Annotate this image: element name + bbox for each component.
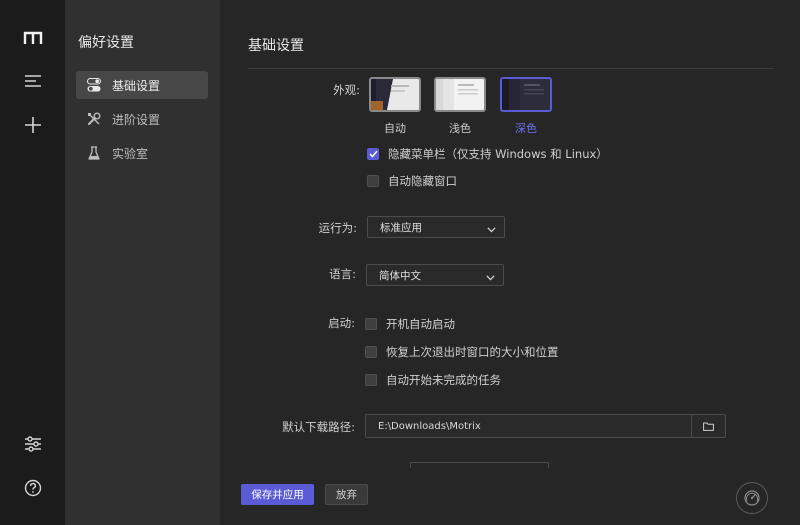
sidebar-item-lab[interactable]: 实验室 bbox=[76, 139, 208, 167]
language-value: 简体中文 bbox=[379, 269, 421, 282]
app-window: 偏好设置 基础设置 进阶设置 实验室 基础设置 外观: 自动 浅色 深色 隐藏菜… bbox=[0, 0, 800, 525]
download-path-value: E:\Downloads\Motrix bbox=[378, 420, 481, 432]
hide-menubar-option[interactable]: 隐藏菜单栏（仅支持 Windows 和 Linux） bbox=[367, 146, 608, 162]
sidebar-title: 偏好设置 bbox=[78, 35, 134, 51]
choose-folder-button[interactable] bbox=[691, 415, 725, 437]
sidebar-item-label: 实验室 bbox=[112, 146, 149, 161]
language-select[interactable]: 简体中文 bbox=[366, 264, 504, 286]
auto-hide-window-label: 自动隐藏窗口 bbox=[388, 174, 457, 188]
run-mode-select[interactable]: 标准应用 bbox=[367, 216, 505, 238]
task-list-icon[interactable] bbox=[16, 64, 50, 98]
chevron-down-icon bbox=[486, 266, 495, 285]
theme-light-card[interactable] bbox=[434, 77, 486, 112]
divider bbox=[248, 68, 774, 69]
theme-auto-label: 自动 bbox=[384, 122, 406, 135]
motrix-logo-icon[interactable] bbox=[16, 21, 50, 55]
chevron-down-icon bbox=[487, 218, 496, 237]
theme-dark-label: 深色 bbox=[515, 122, 537, 135]
tools-icon bbox=[86, 111, 102, 127]
resume-tasks-label: 自动开始未完成的任务 bbox=[386, 373, 501, 387]
page-title: 基础设置 bbox=[248, 38, 304, 54]
restore-window-label: 恢复上次退出时窗口的大小和位置 bbox=[386, 345, 559, 359]
startup-label: 启动: bbox=[328, 316, 355, 330]
run-mode-label: 运行为: bbox=[318, 221, 357, 235]
hide-menubar-label: 隐藏菜单栏（仅支持 Windows 和 Linux） bbox=[388, 147, 608, 161]
main-panel: 基础设置 外观: 自动 浅色 深色 隐藏菜单栏（仅支持 Windows 和 Li… bbox=[220, 0, 800, 525]
appearance-label: 外观: bbox=[333, 83, 360, 97]
window-titlebar bbox=[440, 0, 800, 36]
toggle-icon bbox=[86, 77, 102, 93]
footer-bar: 保存并应用 放弃 bbox=[220, 470, 800, 525]
theme-light-label: 浅色 bbox=[449, 122, 471, 135]
auto-launch-checkbox[interactable] bbox=[365, 318, 377, 330]
discard-button[interactable]: 放弃 bbox=[325, 484, 368, 505]
help-icon[interactable] bbox=[16, 471, 50, 505]
sidebar-item-label: 基础设置 bbox=[112, 78, 161, 93]
speedometer-icon[interactable] bbox=[736, 482, 768, 514]
theme-auto-card[interactable] bbox=[369, 77, 421, 112]
next-field-partial[interactable] bbox=[410, 462, 549, 468]
resume-tasks-checkbox[interactable] bbox=[365, 374, 377, 386]
sidebar-item-basic[interactable]: 基础设置 bbox=[76, 71, 208, 99]
folder-icon bbox=[703, 422, 714, 431]
auto-launch-label: 开机自动启动 bbox=[386, 317, 455, 331]
download-path-input[interactable]: E:\Downloads\Motrix bbox=[365, 414, 726, 438]
auto-launch-option[interactable]: 开机自动启动 bbox=[365, 316, 455, 332]
auto-hide-window-checkbox[interactable] bbox=[367, 175, 379, 187]
language-label: 语言: bbox=[329, 267, 356, 281]
preferences-icon[interactable] bbox=[16, 427, 50, 461]
sidebar-item-advanced[interactable]: 进阶设置 bbox=[76, 105, 208, 133]
resume-tasks-option[interactable]: 自动开始未完成的任务 bbox=[365, 372, 501, 388]
hide-menubar-checkbox[interactable] bbox=[367, 148, 379, 160]
restore-window-option[interactable]: 恢复上次退出时窗口的大小和位置 bbox=[365, 344, 559, 360]
restore-window-checkbox[interactable] bbox=[365, 346, 377, 358]
auto-hide-window-option[interactable]: 自动隐藏窗口 bbox=[367, 173, 457, 189]
theme-dark-card[interactable] bbox=[500, 77, 552, 112]
add-task-icon[interactable] bbox=[16, 108, 50, 142]
download-path-label: 默认下载路径: bbox=[282, 420, 355, 434]
sidebar-item-label: 进阶设置 bbox=[112, 112, 161, 127]
flask-icon bbox=[86, 145, 102, 161]
save-and-apply-button[interactable]: 保存并应用 bbox=[241, 484, 314, 505]
run-mode-value: 标准应用 bbox=[380, 221, 422, 234]
left-rail bbox=[0, 0, 65, 525]
preferences-sidebar: 偏好设置 基础设置 进阶设置 实验室 bbox=[65, 0, 220, 525]
